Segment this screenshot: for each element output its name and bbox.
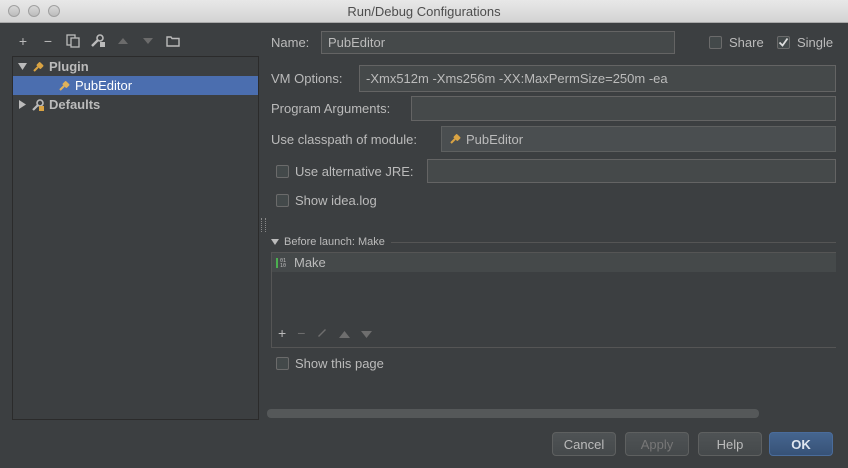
single-checkbox[interactable]: [777, 36, 790, 49]
check-icon: [778, 37, 789, 47]
title-bar: Run/Debug Configurations: [0, 0, 848, 23]
before-launch-list[interactable]: 01 10 Make + −: [271, 252, 836, 348]
config-toolbar: + −: [14, 32, 182, 50]
help-button[interactable]: Help: [698, 432, 762, 456]
edit-task-icon[interactable]: [316, 326, 328, 341]
list-item[interactable]: 01 10 Make: [272, 253, 836, 272]
copy-configuration-icon[interactable]: [64, 32, 82, 50]
configuration-tree[interactable]: Plugin PubEditor Defaults: [12, 56, 259, 420]
horizontal-scrollbar[interactable]: [267, 409, 759, 418]
before-launch-label: Before launch: Make: [284, 236, 385, 248]
svg-text:10: 10: [280, 263, 286, 269]
tree-item-defaults[interactable]: Defaults: [13, 95, 258, 114]
tree-item-label: Plugin: [49, 59, 89, 74]
tree-item-plugin[interactable]: Plugin: [13, 57, 258, 76]
share-label: Share: [729, 35, 764, 50]
remove-task-button[interactable]: −: [297, 325, 305, 341]
classpath-module-value: PubEditor: [466, 131, 524, 147]
show-this-page-checkbox[interactable]: [276, 357, 289, 370]
collapsed-arrow-icon[interactable]: [13, 100, 31, 109]
tree-item-label: PubEditor: [75, 78, 133, 93]
show-idea-log-checkbox[interactable]: [276, 194, 289, 207]
add-task-button[interactable]: +: [278, 325, 286, 341]
make-binary-icon: 01 10: [276, 257, 286, 269]
program-arguments-input[interactable]: [411, 96, 836, 121]
tree-item-pubeditor[interactable]: PubEditor: [13, 76, 258, 95]
remove-configuration-button[interactable]: −: [39, 32, 57, 50]
classpath-module-label: Use classpath of module:: [271, 132, 417, 147]
before-launch-toolbar: + −: [278, 325, 373, 341]
add-configuration-button[interactable]: +: [14, 32, 32, 50]
single-label: Single: [797, 35, 834, 50]
expanded-arrow-icon: [271, 239, 279, 245]
classpath-module-select[interactable]: PubEditor: [441, 126, 836, 152]
folder-icon[interactable]: [164, 32, 182, 50]
vm-options-input[interactable]: -Xmx512m -Xms256m -XX:MaxPermSize=250m -…: [359, 65, 836, 92]
move-up-icon[interactable]: [114, 32, 132, 50]
list-item-label: Make: [294, 255, 326, 270]
before-launch-header[interactable]: Before launch: Make: [271, 236, 836, 248]
wrench-icon: [32, 98, 44, 111]
edit-defaults-wrench-icon[interactable]: [89, 32, 107, 50]
apply-button[interactable]: Apply: [625, 432, 689, 456]
tree-item-label: Defaults: [49, 97, 101, 112]
alternative-jre-input[interactable]: [427, 159, 836, 183]
cancel-button[interactable]: Cancel: [552, 432, 616, 456]
plugin-icon: [59, 80, 70, 91]
share-checkbox[interactable]: [709, 36, 722, 49]
show-idea-log-label: Show idea.log: [295, 193, 377, 208]
plugin-icon: [450, 134, 461, 144]
show-this-page-label: Show this page: [295, 356, 384, 371]
splitter-handle[interactable]: [261, 218, 266, 232]
alternative-jre-label: Use alternative JRE:: [295, 164, 414, 179]
name-input[interactable]: PubEditor: [321, 31, 675, 54]
window-title: Run/Debug Configurations: [347, 4, 501, 19]
expanded-arrow-icon[interactable]: [13, 63, 31, 70]
program-arguments-label: Program Arguments:: [271, 101, 391, 116]
ok-button[interactable]: OK: [769, 432, 833, 456]
vm-options-label: VM Options:: [271, 71, 343, 86]
move-down-icon[interactable]: [139, 32, 157, 50]
move-down-icon[interactable]: [361, 326, 373, 341]
name-label: Name:: [271, 35, 310, 50]
alternative-jre-checkbox[interactable]: [276, 165, 289, 178]
move-up-icon[interactable]: [339, 326, 351, 341]
plugin-icon: [33, 61, 44, 72]
